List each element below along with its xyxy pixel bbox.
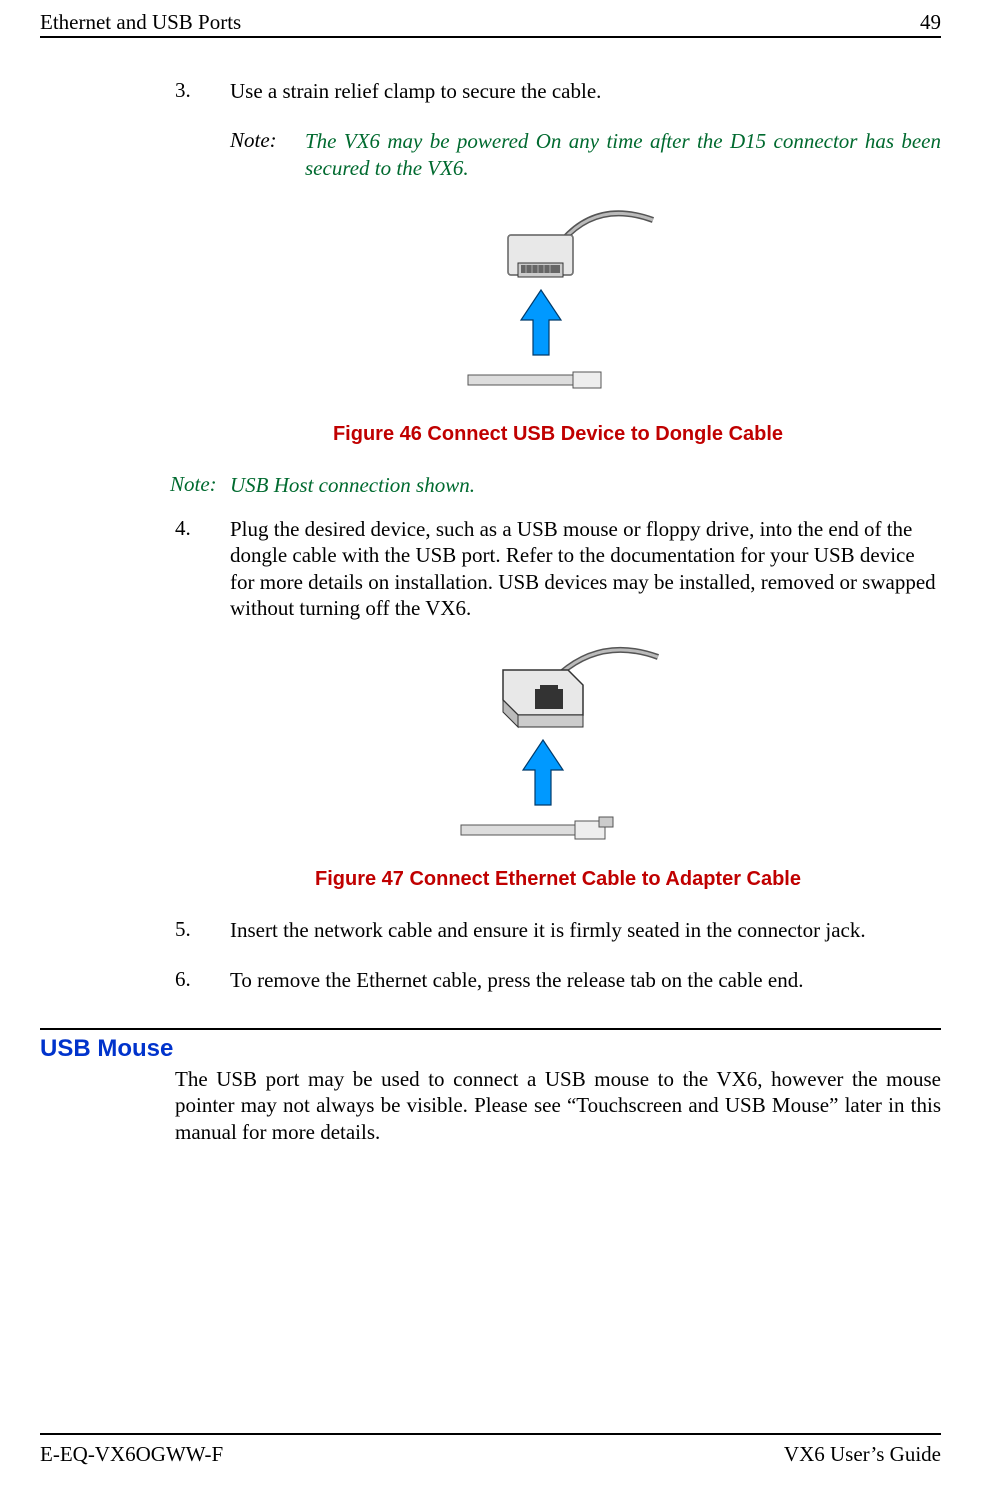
header-page-number: 49	[920, 10, 941, 35]
list-item-4: 4. Plug the desired device, such as a US…	[175, 516, 941, 621]
main-content: 3. Use a strain relief clamp to secure t…	[175, 78, 941, 1004]
footer-right: VX6 User’s Guide	[784, 1442, 941, 1467]
page-footer: E-EQ-VX6OGWW-F VX6 User’s Guide	[40, 1442, 941, 1467]
list-number: 4.	[175, 516, 230, 621]
heading-usb-mouse: USB Mouse	[40, 1035, 173, 1063]
list-body: Insert the network cable and ensure it i…	[230, 917, 941, 943]
note-usb-host: Note: USB Host connection shown.	[175, 472, 941, 498]
footer-left: E-EQ-VX6OGWW-F	[40, 1442, 223, 1467]
footer-rule	[40, 1433, 941, 1435]
note-poweron: Note: The VX6 may be powered On any time…	[230, 128, 941, 181]
page: Ethernet and USB Ports 49 3. Use a strai…	[0, 0, 981, 1493]
figure-47-caption: Figure 47 Connect Ethernet Cable to Adap…	[175, 868, 941, 891]
list-body: Use a strain relief clamp to secure the …	[230, 78, 941, 104]
list-item-5: 5. Insert the network cable and ensure i…	[175, 917, 941, 943]
list-item-6: 6. To remove the Ethernet cable, press t…	[175, 967, 941, 993]
note-label: Note:	[170, 472, 230, 498]
ethernet-to-adapter-icon	[443, 645, 673, 850]
header-rule	[40, 36, 941, 38]
figure-46	[175, 205, 941, 411]
section-rule	[40, 1028, 941, 1030]
page-header: Ethernet and USB Ports 49	[40, 10, 941, 35]
figure-46-caption: Figure 46 Connect USB Device to Dongle C…	[175, 423, 941, 446]
note-body: USB Host connection shown.	[230, 472, 941, 498]
figure-47	[175, 645, 941, 856]
list-number: 5.	[175, 917, 230, 943]
header-left: Ethernet and USB Ports	[40, 10, 241, 35]
list-body: Plug the desired device, such as a USB m…	[230, 516, 941, 621]
section-body-usb-mouse: The USB port may be used to connect a US…	[175, 1066, 941, 1145]
list-item-3: 3. Use a strain relief clamp to secure t…	[175, 78, 941, 104]
list-number: 6.	[175, 967, 230, 993]
list-number: 3.	[175, 78, 230, 104]
list-body: To remove the Ethernet cable, press the …	[230, 967, 941, 993]
usb-to-dongle-icon	[448, 205, 668, 405]
note-label: Note:	[230, 128, 305, 181]
note-body: The VX6 may be powered On any time after…	[305, 128, 941, 181]
